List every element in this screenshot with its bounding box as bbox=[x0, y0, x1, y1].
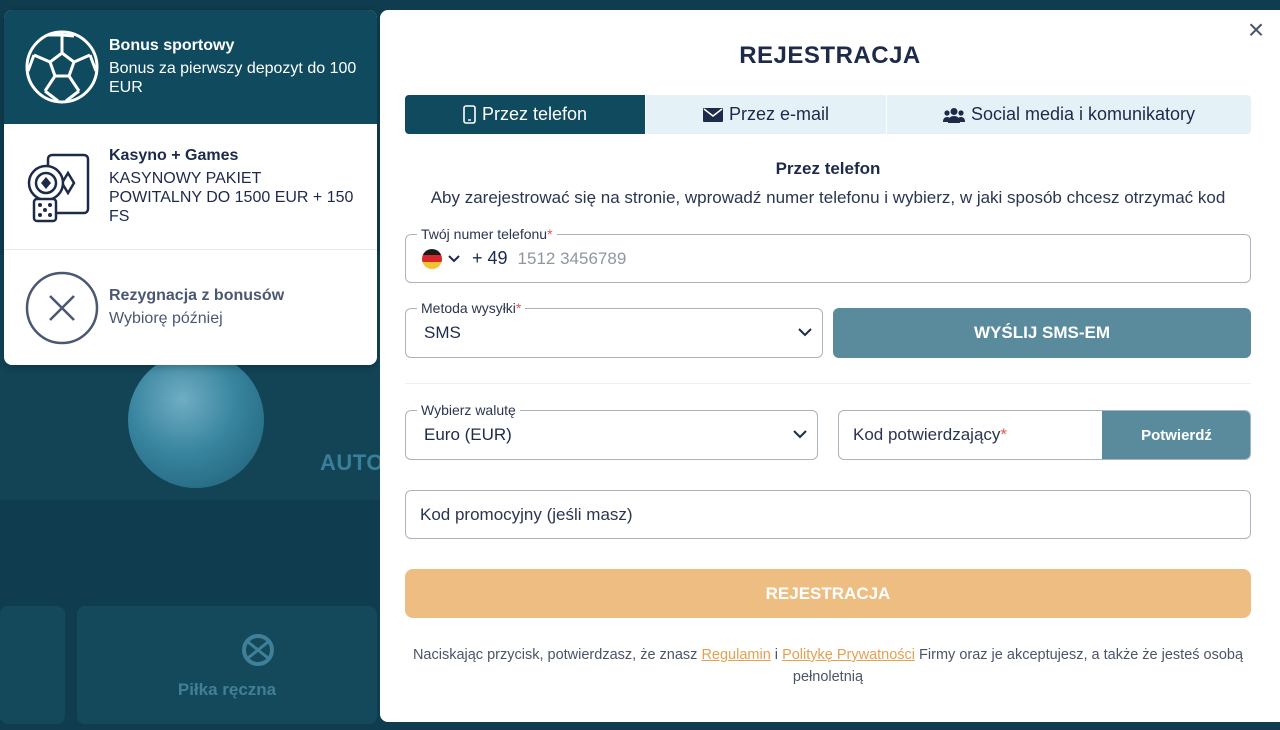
de-flag-icon[interactable] bbox=[422, 248, 442, 269]
background-tile bbox=[0, 606, 65, 724]
privacy-policy-link[interactable]: Politykę Prywatności bbox=[782, 647, 915, 663]
phone-field[interactable]: Twój numer telefonu* + 49 1512 3456789 bbox=[405, 226, 1251, 283]
close-icon[interactable]: × bbox=[1244, 16, 1268, 44]
decline-x-icon bbox=[24, 270, 100, 346]
bonus-description: KASYNOWY PAKIET POWITALNY DO 1500 EUR + … bbox=[109, 170, 354, 225]
chevron-down-icon[interactable] bbox=[448, 254, 460, 263]
chevron-down-icon bbox=[798, 324, 812, 342]
register-button[interactable]: REJESTRACJA bbox=[405, 569, 1251, 618]
tab-label: Social media i komunikatory bbox=[970, 104, 1196, 124]
registration-tabs: Przez telefon Przez e-mail Social media … bbox=[405, 95, 1251, 134]
method-value: SMS bbox=[424, 323, 461, 342]
registration-modal: × REJESTRACJA Przez telefon Przez e-mail… bbox=[380, 10, 1280, 722]
phone-icon bbox=[463, 105, 476, 124]
phone-field-label: Twój numer telefonu* bbox=[417, 226, 557, 242]
handball-icon bbox=[238, 632, 278, 668]
background-tile-handball bbox=[77, 606, 377, 724]
casino-cards-icon bbox=[24, 149, 100, 225]
chevron-down-icon bbox=[793, 426, 807, 444]
promo-code-field[interactable]: Kod promocyjny (jeśli masz) bbox=[405, 490, 1251, 539]
currency-value: Euro (EUR) bbox=[424, 425, 512, 444]
background-auto-text: AUTO bbox=[320, 450, 384, 475]
legal-notice: Naciskając przycisk, potwierdzasz, że zn… bbox=[412, 647, 1244, 685]
confirmation-code-input[interactable]: Kod potwierdzający* bbox=[853, 425, 1007, 445]
dial-code: + 49 bbox=[472, 248, 508, 268]
background-tile-label: Piłka ręczna bbox=[177, 680, 277, 699]
bonus-title: Kasyno + Games bbox=[109, 147, 239, 164]
divider bbox=[405, 383, 1251, 384]
bonus-option-decline[interactable]: Rezygnacja z bonusów Wybiorę później bbox=[4, 250, 377, 365]
tab-phone[interactable]: Przez telefon bbox=[405, 95, 645, 134]
terms-link[interactable]: Regulamin bbox=[701, 647, 770, 663]
promo-code-input[interactable]: Kod promocyjny (jeśli masz) bbox=[420, 505, 633, 525]
bonus-description: Wybiorę później bbox=[109, 310, 223, 327]
confirm-code-button[interactable]: Potwierdź bbox=[1102, 411, 1250, 459]
section-description: Aby zarejestrować się na stronie, wprowa… bbox=[430, 188, 1226, 207]
tab-social[interactable]: Social media i komunikatory bbox=[887, 95, 1251, 134]
envelope-icon bbox=[702, 107, 723, 122]
currency-field-label: Wybierz walutę bbox=[417, 402, 520, 418]
bonus-description: Bonus za pierwszy depozyt do 100 EUR bbox=[109, 60, 357, 96]
method-field-label: Metoda wysyłki* bbox=[417, 300, 526, 316]
bonus-title: Rezygnacja z bonusów bbox=[109, 287, 285, 304]
confirmation-code-field[interactable]: Kod potwierdzający* Potwierdź bbox=[838, 410, 1251, 460]
soccer-ball-icon bbox=[24, 29, 100, 105]
bonus-option-casino[interactable]: Kasyno + Games KASYNOWY PAKIET POWITALNY… bbox=[4, 124, 377, 250]
ice-ball-image bbox=[128, 352, 264, 488]
phone-input[interactable]: 1512 3456789 bbox=[518, 249, 627, 269]
tab-email[interactable]: Przez e-mail bbox=[646, 95, 886, 134]
modal-title: REJESTRACJA bbox=[739, 42, 921, 69]
tab-label: Przez telefon bbox=[481, 104, 588, 124]
users-icon bbox=[942, 107, 965, 123]
tab-label: Przez e-mail bbox=[728, 104, 830, 124]
method-select[interactable]: Metoda wysyłki* SMS bbox=[405, 300, 823, 358]
bonus-title: Bonus sportowy bbox=[109, 37, 235, 54]
currency-select[interactable]: Wybierz walutę Euro (EUR) bbox=[405, 402, 818, 460]
send-sms-button[interactable]: WYŚLIJ SMS-EM bbox=[833, 308, 1251, 358]
bonus-panel: Bonus sportowy Bonus za pierwszy depozyt… bbox=[4, 10, 377, 365]
bonus-option-sport[interactable]: Bonus sportowy Bonus za pierwszy depozyt… bbox=[4, 10, 377, 124]
section-title: Przez telefon bbox=[775, 159, 881, 178]
